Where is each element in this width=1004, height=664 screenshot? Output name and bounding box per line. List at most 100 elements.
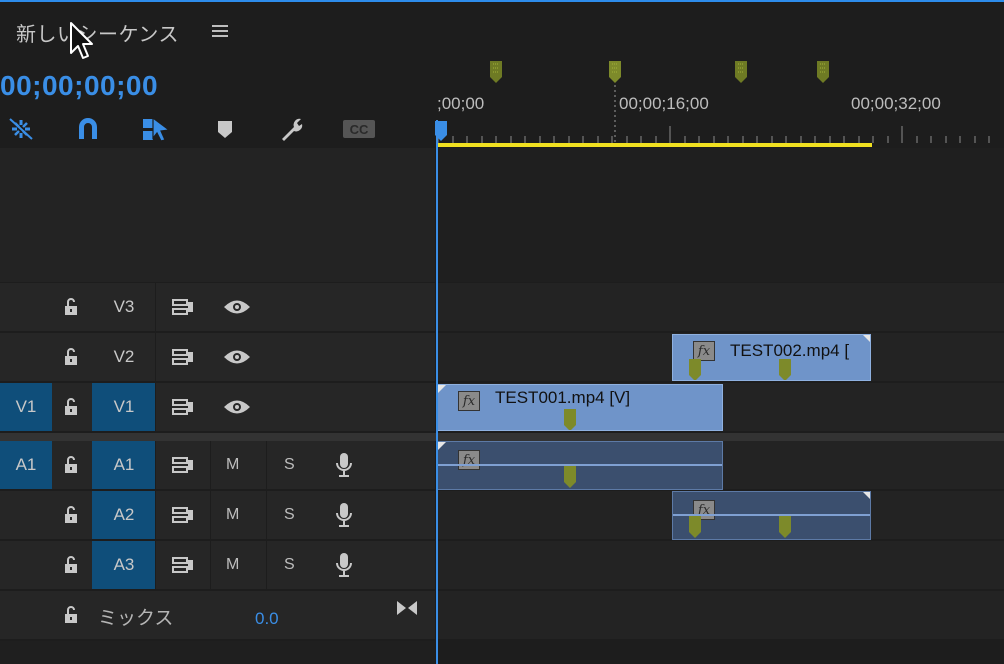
source-patch-a3[interactable] <box>0 541 52 589</box>
work-area-bar[interactable] <box>437 143 872 147</box>
track-lane-mix[interactable] <box>437 591 1004 641</box>
lock-icon[interactable] <box>62 605 80 625</box>
snap-nest-icon <box>9 118 33 140</box>
playhead-timecode[interactable]: 00;00;00;00 <box>0 70 158 102</box>
track-lane-v3[interactable] <box>437 283 1004 333</box>
source-patch-v1[interactable]: V1 <box>0 383 52 431</box>
clip-start-corner <box>438 385 446 393</box>
svg-text:CC: CC <box>350 122 369 137</box>
lock-icon[interactable] <box>62 397 80 417</box>
snap-nest-button[interactable] <box>4 114 38 144</box>
solo-button[interactable]: S <box>284 456 295 474</box>
audio-clip-test002[interactable]: fx <box>672 491 871 540</box>
solo-button[interactable]: S <box>284 506 295 524</box>
playhead-handle-icon[interactable] <box>435 121 449 141</box>
audio-clip-test001[interactable]: fx <box>437 441 723 490</box>
snap-button[interactable] <box>71 114 105 144</box>
source-patch-a2[interactable] <box>0 491 52 539</box>
track-name-a1[interactable]: A1 <box>92 441 156 489</box>
captions-button[interactable]: CC <box>342 114 376 144</box>
microphone-icon[interactable] <box>334 451 354 479</box>
sequence-marker-icon[interactable] <box>817 61 829 83</box>
ruler-label-16: 00;00;16;00 <box>619 94 709 113</box>
sync-lock-icon[interactable] <box>171 398 195 416</box>
mute-button[interactable]: M <box>226 456 239 474</box>
magnet-snap-icon <box>79 118 97 139</box>
track-header-v1: V1 V1 <box>0 383 435 433</box>
clip-marker-icon[interactable] <box>779 359 791 381</box>
clip-marker-icon[interactable] <box>564 466 576 488</box>
microphone-icon[interactable] <box>334 551 354 579</box>
mute-button[interactable]: M <box>226 506 239 524</box>
clip-marker-icon[interactable] <box>689 516 701 538</box>
mute-button[interactable]: M <box>226 556 239 574</box>
fx-badge[interactable]: fx <box>458 391 480 411</box>
mouse-cursor-icon <box>70 22 93 59</box>
divider <box>155 283 156 331</box>
source-patch-v3[interactable] <box>0 283 52 331</box>
linked-selection-icon <box>143 116 171 142</box>
lock-icon[interactable] <box>62 347 80 367</box>
bowtie-icon[interactable] <box>396 599 418 617</box>
mix-volume-value[interactable]: 0.0 <box>255 609 279 629</box>
track-name-v2[interactable]: V2 <box>92 333 156 381</box>
track-name-v3[interactable]: V3 <box>92 283 156 331</box>
timeline-empty-area <box>437 148 1004 282</box>
eye-icon[interactable] <box>223 298 251 316</box>
source-patch-v2[interactable] <box>0 333 52 381</box>
divider <box>266 491 267 539</box>
lock-icon[interactable] <box>62 505 80 525</box>
volume-rubber-band[interactable] <box>673 514 870 516</box>
clip-marker-icon[interactable] <box>779 516 791 538</box>
linked-selection-button[interactable] <box>138 114 172 144</box>
track-lane-a3[interactable] <box>437 541 1004 591</box>
mix-track-label: ミックス <box>98 607 174 629</box>
sequence-marker-icon[interactable] <box>490 61 502 83</box>
microphone-icon[interactable] <box>334 501 354 529</box>
lock-icon[interactable] <box>62 455 80 475</box>
lock-icon[interactable] <box>62 555 80 575</box>
divider <box>210 541 211 589</box>
hamburger-icon[interactable] <box>210 21 230 41</box>
sync-lock-icon[interactable] <box>171 506 195 524</box>
divider <box>155 541 156 589</box>
divider <box>210 441 211 489</box>
sequence-marker-icon[interactable] <box>735 61 747 83</box>
clip-end-corner <box>863 335 870 342</box>
video-audio-divider[interactable] <box>0 433 1004 441</box>
volume-rubber-band[interactable] <box>438 464 722 466</box>
sequence-marker-icon[interactable] <box>609 61 621 83</box>
add-marker-button[interactable] <box>208 114 242 144</box>
closed-captions-icon: CC <box>343 120 375 138</box>
track-lane-footer <box>437 641 1004 664</box>
track-header-mix: ミックス 0.0 <box>0 591 435 641</box>
sync-lock-icon[interactable] <box>171 298 195 316</box>
fx-badge[interactable]: fx <box>693 341 715 361</box>
timeline-settings-button[interactable] <box>275 114 309 144</box>
playhead-line[interactable] <box>436 120 438 664</box>
video-clip-test002[interactable]: fx TEST002.mp4 [ <box>672 334 871 381</box>
time-ruler[interactable]: ;00;00 00;00;16;00 00;00;32;00 <box>437 50 1004 148</box>
eye-icon[interactable] <box>223 348 251 366</box>
fx-badge[interactable]: fx <box>458 450 480 470</box>
track-header-empty-area <box>0 148 435 282</box>
sequence-tab-title[interactable]: 新しいシーケンス <box>16 18 179 47</box>
video-clip-test001[interactable]: fx TEST001.mp4 [V] <box>437 384 723 431</box>
sync-lock-icon[interactable] <box>171 348 195 366</box>
track-header-a3: A3 M S <box>0 541 435 591</box>
lock-icon[interactable] <box>62 297 80 317</box>
sync-lock-icon[interactable] <box>171 456 195 474</box>
track-name-a3[interactable]: A3 <box>92 541 156 589</box>
track-header-a1: A1 A1 M S <box>0 441 435 491</box>
track-name-a2[interactable]: A2 <box>92 491 156 539</box>
source-patch-a1[interactable]: A1 <box>0 441 52 489</box>
sync-lock-icon[interactable] <box>171 556 195 574</box>
divider <box>210 491 211 539</box>
clip-marker-icon[interactable] <box>564 409 576 431</box>
track-header-a2: A2 M S <box>0 491 435 541</box>
ruler-label-32: 00;00;32;00 <box>851 94 941 113</box>
clip-marker-icon[interactable] <box>689 359 701 381</box>
eye-icon[interactable] <box>223 398 251 416</box>
solo-button[interactable]: S <box>284 556 295 574</box>
track-name-v1[interactable]: V1 <box>92 383 156 431</box>
